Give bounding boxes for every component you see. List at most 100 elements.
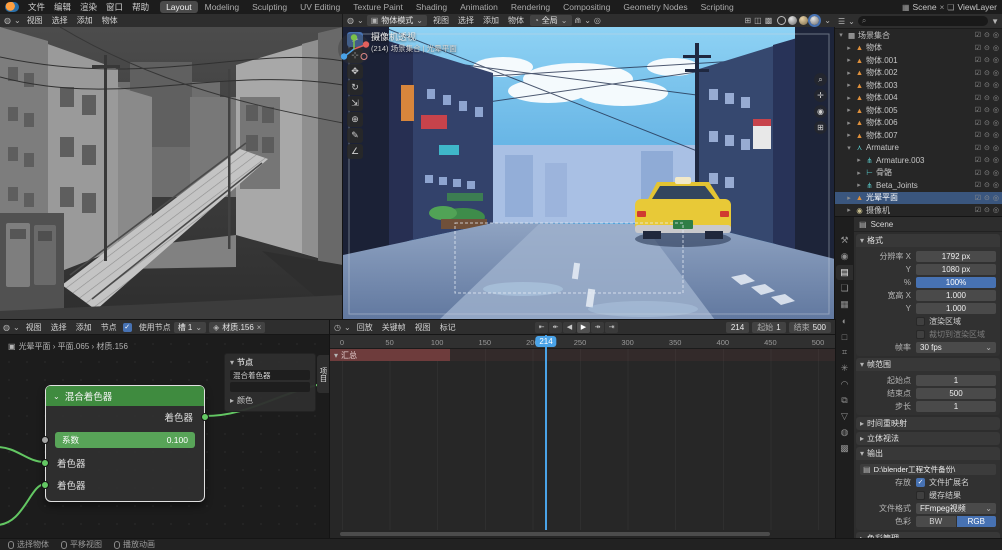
object-name[interactable]: 物体.005 bbox=[866, 105, 973, 116]
workspace-tab-rendering[interactable]: Rendering bbox=[505, 1, 556, 13]
menu-view[interactable]: 视图 bbox=[23, 322, 45, 333]
checkbox-icon[interactable]: ☑ bbox=[975, 194, 981, 202]
panel-header-stereoscopy[interactable]: ▸ 立体视法 bbox=[856, 432, 1000, 445]
menu-object-left[interactable]: 物体 bbox=[99, 15, 121, 26]
tab-physics-icon[interactable]: ◠ bbox=[836, 377, 853, 392]
tab-output-icon[interactable]: ▤ bbox=[836, 265, 853, 280]
hide-render-icon[interactable]: ◎ bbox=[993, 81, 999, 89]
menu-help[interactable]: 帮助 bbox=[128, 1, 153, 13]
object-name[interactable]: Beta_Joints bbox=[876, 181, 973, 190]
tab-tool-icon[interactable]: ⚒ bbox=[836, 233, 853, 248]
object-name[interactable]: Armature bbox=[866, 143, 973, 152]
resolution-y-field[interactable]: 1080 px bbox=[916, 264, 996, 275]
checkbox-icon[interactable]: ☑ bbox=[975, 206, 981, 214]
pan-icon[interactable]: ✛ bbox=[814, 89, 827, 102]
workspace-tab-sculpting[interactable]: Sculpting bbox=[246, 1, 293, 13]
checkbox-icon[interactable]: ☑ bbox=[975, 131, 981, 139]
object-name[interactable]: 物体.002 bbox=[866, 67, 973, 78]
file-extension-checkbox[interactable]: ✓ bbox=[916, 478, 925, 487]
timeline-track-area[interactable] bbox=[330, 349, 835, 530]
menu-select[interactable]: 选择 bbox=[48, 322, 70, 333]
hide-viewport-icon[interactable]: ⊙ bbox=[984, 119, 990, 127]
editor-type-3d-icon[interactable]: ◍ bbox=[347, 16, 354, 25]
panel-header-output[interactable]: ▾ 输出 bbox=[856, 447, 1000, 460]
cache-result-checkbox[interactable] bbox=[916, 491, 925, 500]
collapse-node-icon[interactable]: ⌄ bbox=[53, 392, 60, 401]
panel-header-format[interactable]: ▾ 格式 bbox=[856, 234, 1000, 247]
blender-logo-icon[interactable] bbox=[5, 2, 19, 12]
workspace-tab-geometry-nodes[interactable]: Geometry Nodes bbox=[617, 1, 693, 13]
object-name[interactable]: 物体 bbox=[866, 42, 973, 53]
play-button[interactable]: ▶ bbox=[577, 322, 590, 333]
hide-render-icon[interactable]: ◎ bbox=[993, 69, 999, 77]
checkbox-icon[interactable]: ☑ bbox=[975, 44, 981, 52]
frame-start-field[interactable]: 起始1 bbox=[752, 322, 785, 333]
outliner-row[interactable]: ▸⋔Beta_Joints☑⊙◎ bbox=[835, 179, 1002, 192]
frame-end-field[interactable]: 结束500 bbox=[789, 322, 831, 333]
outliner-row-armature[interactable]: ▾⋏Armature☑⊙◎ bbox=[835, 142, 1002, 155]
expand-icon[interactable]: ▸ bbox=[845, 119, 853, 127]
hide-viewport-icon[interactable]: ⊙ bbox=[984, 44, 990, 52]
perspective-toggle-icon[interactable]: ⊞ bbox=[814, 121, 827, 134]
shader-input-socket-1[interactable] bbox=[41, 459, 49, 467]
mode-dropdown[interactable]: ▣ 物体模式 ⌄ bbox=[367, 15, 427, 26]
menu-select[interactable]: 选择 bbox=[455, 15, 477, 26]
hide-viewport-icon[interactable]: ⊙ bbox=[984, 206, 990, 214]
menu-keying[interactable]: 关键帧 bbox=[379, 322, 409, 333]
hide-render-icon[interactable]: ◎ bbox=[993, 181, 999, 189]
node-name-field[interactable]: 混合着色器 bbox=[230, 370, 310, 380]
editor-type-caret-icon[interactable]: ⌄ bbox=[357, 16, 364, 25]
tab-particles-icon[interactable]: ✳ bbox=[836, 361, 853, 376]
camera-view-icon[interactable]: ◉ bbox=[814, 105, 827, 118]
object-name[interactable]: 物体.003 bbox=[866, 80, 973, 91]
expand-icon[interactable]: ▸ bbox=[845, 194, 853, 202]
output-path-field[interactable]: ▤D:\blender工程文件备份\ bbox=[860, 464, 996, 475]
expand-icon[interactable]: ▸ bbox=[845, 94, 853, 102]
object-name[interactable]: Armature.003 bbox=[876, 156, 973, 165]
prev-keyframe-button[interactable]: ↞ bbox=[549, 322, 562, 333]
menu-select-left[interactable]: 选择 bbox=[49, 15, 71, 26]
timeline-horizontal-scrollbar[interactable] bbox=[340, 532, 770, 536]
frame-rate-dropdown[interactable]: 30 fps⌄ bbox=[916, 342, 996, 353]
shading-rendered-icon[interactable] bbox=[810, 16, 819, 25]
overlays-icon[interactable]: ◫ bbox=[754, 16, 762, 25]
outliner-row[interactable]: ▸▲物体.006☑⊙◎ bbox=[835, 117, 1002, 130]
checkbox-icon[interactable]: ☑ bbox=[975, 106, 981, 114]
tab-object-data-icon[interactable]: ▽ bbox=[836, 409, 853, 424]
hide-render-icon[interactable]: ◎ bbox=[993, 56, 999, 64]
checkbox-icon[interactable]: ☑ bbox=[975, 94, 981, 102]
workspace-tab-compositing[interactable]: Compositing bbox=[557, 1, 616, 13]
menu-node[interactable]: 节点 bbox=[98, 322, 120, 333]
workspace-tab-shading[interactable]: Shading bbox=[410, 1, 453, 13]
breadcrumb-scene[interactable]: Scene bbox=[871, 220, 894, 229]
tab-constraints-icon[interactable]: ⧉ bbox=[836, 393, 853, 408]
outliner-row-camera[interactable]: ▸◉摄像机☑⊙◎ bbox=[835, 204, 1002, 217]
object-name[interactable]: 摄像机 bbox=[866, 205, 973, 216]
frame-end-field[interactable]: 500 bbox=[916, 388, 996, 399]
expand-icon[interactable]: ▸ bbox=[845, 44, 853, 52]
show-gizmo-icon[interactable]: ⊞ bbox=[744, 16, 751, 25]
xray-toggle-icon[interactable]: ▩ bbox=[765, 16, 773, 25]
zoom-icon[interactable]: ⌕ bbox=[814, 73, 827, 86]
outliner-row[interactable]: ▸▲物体.005☑⊙◎ bbox=[835, 104, 1002, 117]
workspace-tab-animation[interactable]: Animation bbox=[454, 1, 504, 13]
menu-view[interactable]: 视图 bbox=[412, 322, 434, 333]
shader-input-socket-2[interactable] bbox=[41, 481, 49, 489]
shading-options-caret-icon[interactable]: ⌄ bbox=[824, 16, 831, 25]
hide-render-icon[interactable]: ◎ bbox=[993, 156, 999, 164]
menu-file[interactable]: 文件 bbox=[24, 1, 49, 13]
checkbox-icon[interactable]: ☑ bbox=[975, 181, 981, 189]
outliner-row[interactable]: ▸▲物体.002☑⊙◎ bbox=[835, 67, 1002, 80]
hide-render-icon[interactable]: ◎ bbox=[993, 31, 999, 39]
jump-to-start-button[interactable]: ⇤ bbox=[535, 322, 548, 333]
outliner-row[interactable]: ▸▲物体☑⊙◎ bbox=[835, 42, 1002, 55]
outliner-row[interactable]: ▸▲物体.007☑⊙◎ bbox=[835, 129, 1002, 142]
outliner-row-active[interactable]: ▸▲光晕平面☑⊙◎ bbox=[835, 192, 1002, 205]
hide-viewport-icon[interactable]: ⊙ bbox=[984, 194, 990, 202]
outliner-row-collection[interactable]: ▾ ▦ 场景集合 ☑⊙◎ bbox=[835, 29, 1002, 42]
expand-icon[interactable]: ▾ bbox=[845, 144, 853, 152]
scene-selector[interactable]: Scene bbox=[913, 2, 937, 12]
hide-viewport-icon[interactable]: ⊙ bbox=[984, 131, 990, 139]
sidebar-tab-item[interactable]: 项目 bbox=[317, 355, 330, 393]
hide-viewport-icon[interactable]: ⊙ bbox=[984, 169, 990, 177]
